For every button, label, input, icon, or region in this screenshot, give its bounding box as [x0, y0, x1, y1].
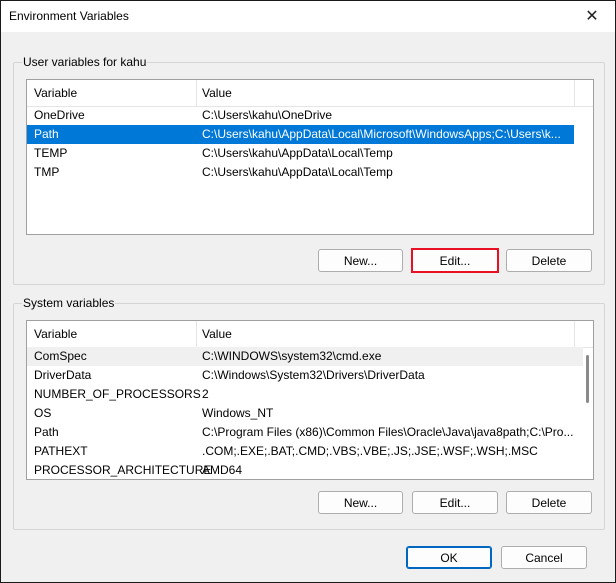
user-edit-button[interactable]: Edit... [411, 248, 499, 273]
list-header: Variable Value [27, 80, 593, 107]
column-divider[interactable] [574, 80, 575, 106]
vertical-scrollbar[interactable] [585, 349, 591, 477]
table-row[interactable]: OS Windows_NT [27, 404, 593, 423]
table-row[interactable]: Path C:\Program Files (x86)\Common Files… [27, 423, 593, 442]
system-edit-button[interactable]: Edit... [412, 491, 498, 514]
table-row[interactable]: OneDrive C:\Users\kahu\OneDrive [27, 106, 593, 125]
table-row[interactable]: DriverData C:\Windows\System32\Drivers\D… [27, 366, 593, 385]
variable-name: Path [34, 127, 59, 141]
table-row[interactable]: TEMP C:\Users\kahu\AppData\Local\Temp [27, 144, 593, 163]
variable-name: PATHEXT [34, 444, 88, 458]
variable-value: .COM;.EXE;.BAT;.CMD;.VBS;.VBE;.JS;.JSE;.… [202, 444, 538, 458]
variable-value: C:\Users\kahu\AppData\Local\Temp [202, 165, 393, 179]
column-header-variable[interactable]: Variable [34, 86, 77, 100]
variable-value: 2 [202, 387, 209, 401]
table-row[interactable]: PATHEXT .COM;.EXE;.BAT;.CMD;.VBS;.VBE;.J… [27, 442, 593, 461]
table-row[interactable]: ComSpec C:\WINDOWS\system32\cmd.exe [27, 347, 583, 366]
title-bar: Environment Variables ✕ [1, 1, 615, 32]
variable-value: C:\Windows\System32\Drivers\DriverData [202, 368, 425, 382]
user-delete-button[interactable]: Delete [506, 249, 592, 272]
cancel-button[interactable]: Cancel [501, 546, 587, 569]
user-variables-list[interactable]: Variable Value OneDrive C:\Users\kahu\On… [26, 79, 594, 235]
table-row[interactable]: PROCESSOR_ARCHITECTURE AMD64 [27, 461, 593, 479]
system-variables-group: System variables Variable Value ComSpec … [13, 296, 605, 530]
variable-name: DriverData [34, 368, 92, 382]
variable-name: OS [34, 406, 52, 420]
variable-value: C:\Users\kahu\AppData\Local\Temp [202, 146, 393, 160]
user-variables-label: User variables for kahu [22, 55, 148, 69]
ok-button[interactable]: OK [406, 546, 492, 569]
environment-variables-dialog: Environment Variables ✕ User variables f… [0, 0, 616, 583]
column-header-value[interactable]: Value [202, 327, 232, 341]
variable-value: Windows_NT [202, 406, 274, 420]
close-icon[interactable]: ✕ [583, 7, 601, 25]
column-divider[interactable] [196, 321, 197, 347]
user-variables-group: User variables for kahu Variable Value O… [13, 55, 605, 285]
variable-name: PROCESSOR_ARCHITECTURE [34, 463, 212, 477]
system-new-button[interactable]: New... [318, 491, 403, 514]
column-header-value[interactable]: Value [202, 86, 232, 100]
system-variables-label: System variables [22, 296, 116, 310]
column-divider[interactable] [196, 80, 197, 106]
table-row[interactable]: NUMBER_OF_PROCESSORS 2 [27, 385, 593, 404]
variable-value: AMD64 [202, 463, 243, 477]
variable-name: OneDrive [34, 108, 85, 122]
variable-name: Path [34, 425, 59, 439]
variable-name: TEMP [34, 146, 68, 160]
variable-name: TMP [34, 165, 60, 179]
table-row[interactable]: TMP C:\Users\kahu\AppData\Local\Temp [27, 163, 593, 182]
scrollbar-thumb[interactable] [586, 355, 589, 403]
window-title: Environment Variables [9, 9, 129, 23]
variable-value: C:\Users\kahu\AppData\Local\Microsoft\Wi… [202, 127, 561, 141]
column-divider[interactable] [574, 321, 575, 347]
variable-value: C:\WINDOWS\system32\cmd.exe [202, 349, 382, 363]
variable-value: C:\Users\kahu\OneDrive [202, 108, 333, 122]
system-variables-list[interactable]: Variable Value ComSpec C:\WINDOWS\system… [26, 320, 594, 480]
variable-name: NUMBER_OF_PROCESSORS [34, 387, 201, 401]
list-header: Variable Value [27, 321, 593, 348]
variable-value: C:\Program Files (x86)\Common Files\Orac… [202, 425, 574, 439]
variable-name: ComSpec [34, 349, 87, 363]
user-new-button[interactable]: New... [318, 249, 403, 272]
table-row-selected[interactable]: Path C:\Users\kahu\AppData\Local\Microso… [27, 125, 574, 144]
column-header-variable[interactable]: Variable [34, 327, 77, 341]
system-delete-button[interactable]: Delete [506, 491, 592, 514]
